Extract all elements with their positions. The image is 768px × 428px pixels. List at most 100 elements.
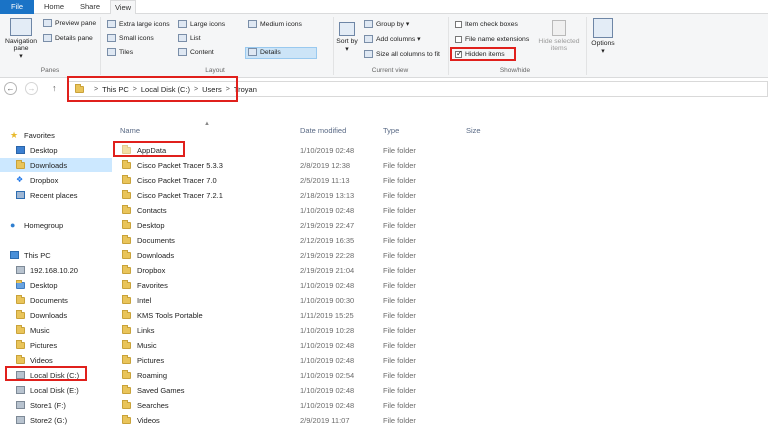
file-type: File folder xyxy=(383,296,416,305)
options-button[interactable]: Options ▾ xyxy=(588,18,618,55)
file-date-modified: 2/8/2019 12:38 xyxy=(300,161,351,170)
hide-selected-items-button[interactable]: Hide selected items xyxy=(535,20,583,52)
nav-pc-downloads[interactable]: Downloads xyxy=(16,308,67,322)
file-row[interactable]: Pictures 1/10/2019 02:48 File folder xyxy=(116,353,536,368)
small-icons-button[interactable]: Small icons xyxy=(107,34,154,42)
folder-icon xyxy=(122,355,131,364)
nav-network-location[interactable]: 192.168.10.20 xyxy=(16,263,78,277)
file-date-modified: 2/18/2019 13:13 xyxy=(300,191,355,200)
medium-icons-button[interactable]: Medium icons xyxy=(248,20,302,28)
nav-videos[interactable]: Videos xyxy=(16,353,53,367)
item-check-boxes-checkbox[interactable] xyxy=(455,21,462,28)
sort-by-button[interactable]: Sort by ▾ xyxy=(336,22,358,53)
file-row[interactable]: KMS Tools Portable 1/11/2019 15:25 File fo… xyxy=(116,308,536,323)
file-type: File folder xyxy=(383,191,416,200)
nav-documents[interactable]: Documents xyxy=(16,293,68,307)
medium-icons-label: Medium icons xyxy=(260,20,302,28)
file-name: Links xyxy=(137,326,155,335)
file-name: Pictures xyxy=(137,356,165,365)
hide-selected-items-icon xyxy=(552,20,566,36)
file-row[interactable]: Saved Games 1/10/2019 02:48 File folder xyxy=(116,383,536,398)
tab-home[interactable]: Home xyxy=(38,0,70,14)
nav-store2[interactable]: Store2 (G:) xyxy=(16,413,67,427)
nav-recent-places[interactable]: Recent places xyxy=(16,188,78,202)
large-icons-button[interactable]: Large icons xyxy=(178,20,225,28)
list-label: List xyxy=(190,34,201,42)
file-row[interactable]: Downloads 2/19/2019 22:28 File folder xyxy=(116,248,536,263)
add-columns-label: Add columns ▾ xyxy=(376,36,421,43)
nav-this-pc[interactable]: This PC xyxy=(10,248,51,262)
size-all-columns-button[interactable]: Size all columns to fit xyxy=(364,50,440,58)
nav-desktop[interactable]: Desktop xyxy=(16,143,58,157)
nav-dropbox[interactable]: ❖ Dropbox xyxy=(16,173,58,187)
sort-by-icon xyxy=(339,22,355,36)
navigation-pane-icon xyxy=(10,18,32,36)
navigation-pane: ★ Favorites Desktop Downloads ❖ Dropbox Re… xyxy=(0,120,112,428)
small-icons-label: Small icons xyxy=(119,34,154,42)
nav-pictures[interactable]: Pictures xyxy=(16,338,57,352)
nav-downloads[interactable]: Downloads xyxy=(0,158,112,172)
group-by-button[interactable]: Group by ▾ xyxy=(364,20,409,28)
file-row[interactable]: Favorites 1/10/2019 02:48 File folder xyxy=(116,278,536,293)
nav-music[interactable]: Music xyxy=(16,323,50,337)
file-name-cell: Contacts xyxy=(122,205,167,215)
file-date-modified: 1/10/2019 02:54 xyxy=(300,371,355,380)
file-row[interactable]: Cisco Packet Tracer 5.3.3 2/8/2019 12:38 F… xyxy=(116,158,536,173)
file-name-cell: Roaming xyxy=(122,370,167,380)
file-date-modified: 1/10/2019 02:48 xyxy=(300,341,355,350)
navigation-pane-arrow: ▾ xyxy=(19,53,23,60)
file-row[interactable]: Documents 2/12/2019 16:35 File folder xyxy=(116,233,536,248)
preview-pane-button[interactable]: Preview pane xyxy=(43,19,96,27)
nav-favorites[interactable]: ★ Favorites xyxy=(10,128,55,142)
tab-share[interactable]: Share xyxy=(75,0,105,14)
file-name: Downloads xyxy=(137,251,175,260)
folder-icon xyxy=(122,295,131,304)
up-button[interactable]: ↑ xyxy=(52,83,57,93)
file-row[interactable]: Videos 2/9/2019 11:07 File folder xyxy=(116,413,536,428)
tiles-button[interactable]: Tiles xyxy=(107,48,133,56)
content-button[interactable]: Content xyxy=(178,48,214,56)
nav-store1[interactable]: Store1 (F:) xyxy=(16,398,66,412)
file-type: File folder xyxy=(383,371,416,380)
column-header-size[interactable]: Size xyxy=(466,126,481,135)
add-columns-button[interactable]: Add columns ▾ xyxy=(364,35,421,43)
forward-button[interactable]: → xyxy=(25,82,38,95)
column-header-type[interactable]: Type xyxy=(383,126,399,135)
file-row[interactable]: Intel 1/10/2019 00:30 File folder xyxy=(116,293,536,308)
nav-homegroup[interactable]: ● Homegroup xyxy=(10,218,63,232)
file-type: File folder xyxy=(383,281,416,290)
file-type: File folder xyxy=(383,341,416,350)
navigation-pane-button[interactable]: Navigation pane ▾ xyxy=(2,18,40,60)
file-type: File folder xyxy=(383,356,416,365)
file-row[interactable]: Contacts 1/10/2019 02:48 File folder xyxy=(116,203,536,218)
file-row[interactable]: Searches 1/10/2019 02:48 File folder xyxy=(116,398,536,413)
item-check-boxes-toggle[interactable]: Item check boxes xyxy=(455,21,518,28)
file-row[interactable]: Cisco Packet Tracer 7.0 2/5/2019 11:13 Fil… xyxy=(116,173,536,188)
nav-local-disk-e[interactable]: Local Disk (E:) xyxy=(16,383,79,397)
column-header-date-modified[interactable]: Date modified xyxy=(300,126,346,135)
column-header-name[interactable]: Name xyxy=(120,126,140,135)
file-name-extensions-checkbox[interactable] xyxy=(455,36,462,43)
details-button[interactable]: Details xyxy=(248,48,281,56)
file-type: File folder xyxy=(383,251,416,260)
tab-view[interactable]: View xyxy=(110,0,136,15)
file-name: Dropbox xyxy=(137,266,166,275)
file-type: File folder xyxy=(383,236,416,245)
file-row[interactable]: Dropbox 2/19/2019 21:04 File folder xyxy=(116,263,536,278)
file-row[interactable]: Music 1/10/2019 02:48 File folder xyxy=(116,338,536,353)
file-date-modified: 2/5/2019 11:13 xyxy=(300,176,350,185)
file-row[interactable]: Links 1/10/2019 10:28 File folder xyxy=(116,323,536,338)
file-date-modified: 1/10/2019 02:48 xyxy=(300,356,355,365)
back-button[interactable]: ← xyxy=(4,82,17,95)
file-name-extensions-toggle[interactable]: File name extensions xyxy=(455,36,529,43)
file-row[interactable]: Cisco Packet Tracer 7.2.1 2/18/2019 13:13… xyxy=(116,188,536,203)
details-pane-button[interactable]: Details pane xyxy=(43,34,93,42)
file-name: Saved Games xyxy=(137,386,185,395)
list-button[interactable]: List xyxy=(178,34,201,42)
nav-pc-desktop[interactable]: Desktop xyxy=(16,278,58,292)
tab-file[interactable]: File xyxy=(0,0,34,14)
file-row[interactable]: Roaming 1/10/2019 02:54 File folder xyxy=(116,368,536,383)
file-row[interactable]: Desktop 2/19/2019 22:47 File folder xyxy=(116,218,536,233)
folder-icon xyxy=(122,190,131,199)
extra-large-icons-button[interactable]: Extra large icons xyxy=(107,20,170,28)
